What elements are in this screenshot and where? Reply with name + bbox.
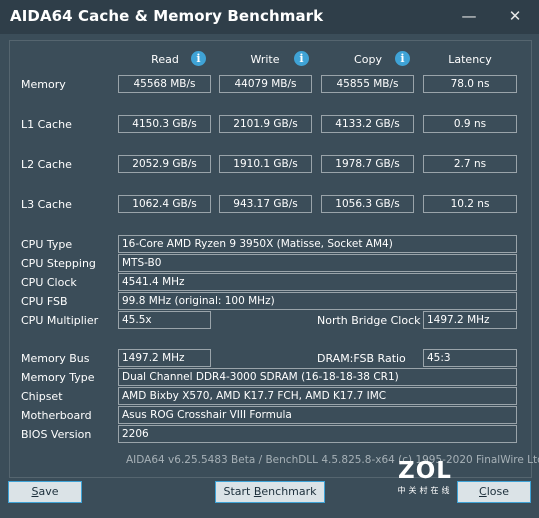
memory-copy-value: 45855 MB/s — [321, 75, 414, 93]
read-info-icon[interactable]: i — [191, 51, 206, 66]
start-label-rest: enchmark — [261, 485, 317, 498]
column-read-header: Read — [151, 53, 179, 66]
cpu-type-value: 16-Core AMD Ryzen 9 3950X (Matisse, Sock… — [118, 235, 517, 253]
memory-write-value: 44079 MB/s — [219, 75, 312, 93]
l2-read-value: 2052.9 GB/s — [118, 155, 211, 173]
cpu-multiplier-value: 45.5x — [118, 311, 211, 329]
close-button[interactable]: Close — [457, 481, 531, 503]
write-info-icon[interactable]: i — [294, 51, 309, 66]
memory-row-label: Memory — [21, 78, 66, 91]
north-bridge-clock-label: North Bridge Clock — [317, 314, 421, 327]
l3-read-value: 1062.4 GB/s — [118, 195, 211, 213]
bios-version-label: BIOS Version — [21, 428, 92, 441]
l1-row-label: L1 Cache — [21, 118, 72, 131]
copy-info-icon[interactable]: i — [395, 51, 410, 66]
north-bridge-clock-value: 1497.2 MHz — [423, 311, 517, 329]
l1-copy-value: 4133.2 GB/s — [321, 115, 414, 133]
bios-version-value: 2206 — [118, 425, 517, 443]
version-footer: AIDA64 v6.25.5483 Beta / BenchDLL 4.5.82… — [126, 454, 539, 466]
cpu-fsb-label: CPU FSB — [21, 295, 68, 308]
benchmark-window: AIDA64 Cache & Memory Benchmark — ✕ Read… — [0, 0, 539, 518]
window-title: AIDA64 Cache & Memory Benchmark — [10, 7, 324, 25]
zol-logo: ZOL — [398, 458, 452, 484]
motherboard-value: Asus ROG Crosshair VIII Formula — [118, 406, 517, 424]
column-latency-header: Latency — [448, 53, 492, 66]
save-label-rest: ave — [38, 485, 59, 498]
cpu-clock-value: 4541.4 MHz — [118, 273, 517, 291]
close-accelerator: C — [479, 485, 487, 498]
memory-read-value: 45568 MB/s — [118, 75, 211, 93]
l2-latency-value: 2.7 ns — [423, 155, 517, 173]
l2-copy-value: 1978.7 GB/s — [321, 155, 414, 173]
save-button[interactable]: Save — [8, 481, 82, 503]
dram-fsb-ratio-value: 45:3 — [423, 349, 517, 367]
chipset-label: Chipset — [21, 390, 63, 403]
motherboard-label: Motherboard — [21, 409, 92, 422]
zol-subtitle: 中关村在线 — [397, 486, 453, 495]
l1-write-value: 2101.9 GB/s — [219, 115, 312, 133]
memory-bus-label: Memory Bus — [21, 352, 90, 365]
column-copy-header: Copy — [354, 53, 382, 66]
l2-row-label: L2 Cache — [21, 158, 72, 171]
memory-type-label: Memory Type — [21, 371, 95, 384]
cpu-stepping-value: MTS-B0 — [118, 254, 517, 272]
column-write-header: Write — [250, 53, 280, 66]
close-label-rest: lose — [486, 485, 509, 498]
l3-latency-value: 10.2 ns — [423, 195, 517, 213]
l1-read-value: 4150.3 GB/s — [118, 115, 211, 133]
minimize-button[interactable]: — — [452, 3, 486, 29]
close-window-button[interactable]: ✕ — [498, 3, 532, 29]
cpu-type-label: CPU Type — [21, 238, 73, 251]
memory-type-value: Dual Channel DDR4-3000 SDRAM (16-18-18-3… — [118, 368, 517, 386]
cpu-multiplier-label: CPU Multiplier — [21, 314, 99, 327]
dram-fsb-ratio-label: DRAM:FSB Ratio — [317, 352, 406, 365]
cpu-clock-label: CPU Clock — [21, 276, 77, 289]
l1-latency-value: 0.9 ns — [423, 115, 517, 133]
memory-bus-value: 1497.2 MHz — [118, 349, 211, 367]
start-benchmark-button[interactable]: Start Benchmark — [215, 481, 325, 503]
chipset-value: AMD Bixby X570, AMD K17.7 FCH, AMD K17.7… — [118, 387, 517, 405]
start-label-prefix: Start — [223, 485, 254, 498]
title-bar: AIDA64 Cache & Memory Benchmark — ✕ — [0, 0, 539, 34]
cpu-fsb-value: 99.8 MHz (original: 100 MHz) — [118, 292, 517, 310]
l3-row-label: L3 Cache — [21, 198, 72, 211]
zol-watermark: ZOL 中关村在线 — [393, 458, 457, 498]
memory-latency-value: 78.0 ns — [423, 75, 517, 93]
l3-write-value: 943.17 GB/s — [219, 195, 312, 213]
cpu-stepping-label: CPU Stepping — [21, 257, 96, 270]
l3-copy-value: 1056.3 GB/s — [321, 195, 414, 213]
l2-write-value: 1910.1 GB/s — [219, 155, 312, 173]
